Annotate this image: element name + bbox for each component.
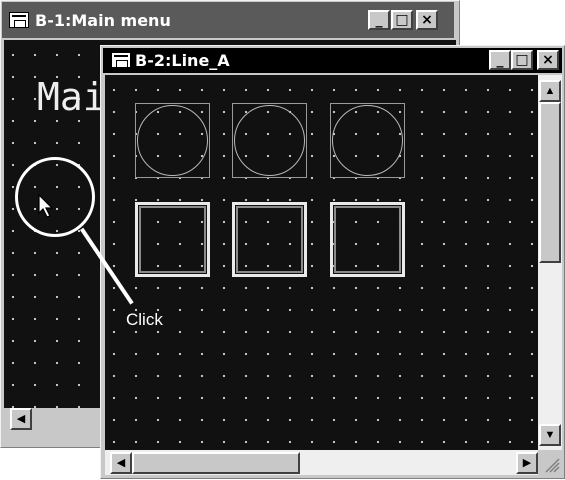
lamp-1[interactable]: [135, 103, 210, 178]
switch-3[interactable]: [330, 202, 405, 277]
line-a-horizontal-scrollbar[interactable]: ◀ ▶: [105, 450, 538, 475]
resize-grip-icon: [545, 458, 560, 473]
main-menu-title-bar[interactable]: B-1:Main menu _ □ ×: [2, 2, 454, 38]
resize-grip[interactable]: [538, 450, 562, 475]
line-a-scroll-down-button[interactable]: ▼: [539, 424, 561, 446]
main-menu-close-button[interactable]: ×: [416, 10, 438, 30]
main-menu-maximize-button[interactable]: □: [391, 10, 413, 30]
line-a-horizontal-scroll-thumb[interactable]: [132, 452, 300, 474]
screen-app-icon: [9, 12, 29, 28]
switch-1[interactable]: [135, 202, 210, 277]
click-highlight-circle: [15, 157, 95, 237]
line-a-minimize-button[interactable]: _: [489, 50, 511, 70]
main-menu-minimize-button[interactable]: _: [368, 10, 390, 30]
switch-2[interactable]: [232, 202, 307, 277]
line-a-close-button[interactable]: ×: [537, 50, 559, 70]
main-menu-scroll-left-button[interactable]: ◀: [10, 408, 32, 430]
main-menu-canvas-text: Mai: [37, 75, 106, 119]
lamp-3[interactable]: [330, 103, 405, 178]
lamp-2[interactable]: [232, 103, 307, 178]
line-a-title: B-2:Line_A: [135, 51, 230, 70]
screen-app-icon: [111, 52, 131, 68]
line-a-scroll-left-button[interactable]: ◀: [110, 452, 132, 474]
line-a-scroll-up-button[interactable]: ▲: [539, 80, 561, 102]
main-menu-title: B-1:Main menu: [35, 11, 171, 30]
line-a-maximize-button[interactable]: □: [511, 50, 533, 70]
line-a-scroll-right-button[interactable]: ▶: [516, 452, 538, 474]
line-a-canvas[interactable]: [105, 75, 538, 450]
lamp-ring: [137, 105, 208, 176]
line-a-vertical-scrollbar[interactable]: ▲ ▼: [538, 75, 562, 450]
click-label: Click: [126, 310, 163, 329]
line-a-title-bar[interactable]: B-2:Line_A _ □ ×: [103, 48, 562, 73]
line-a-vertical-scroll-thumb[interactable]: [539, 102, 561, 263]
lamp-ring: [332, 105, 403, 176]
lamp-ring: [234, 105, 305, 176]
